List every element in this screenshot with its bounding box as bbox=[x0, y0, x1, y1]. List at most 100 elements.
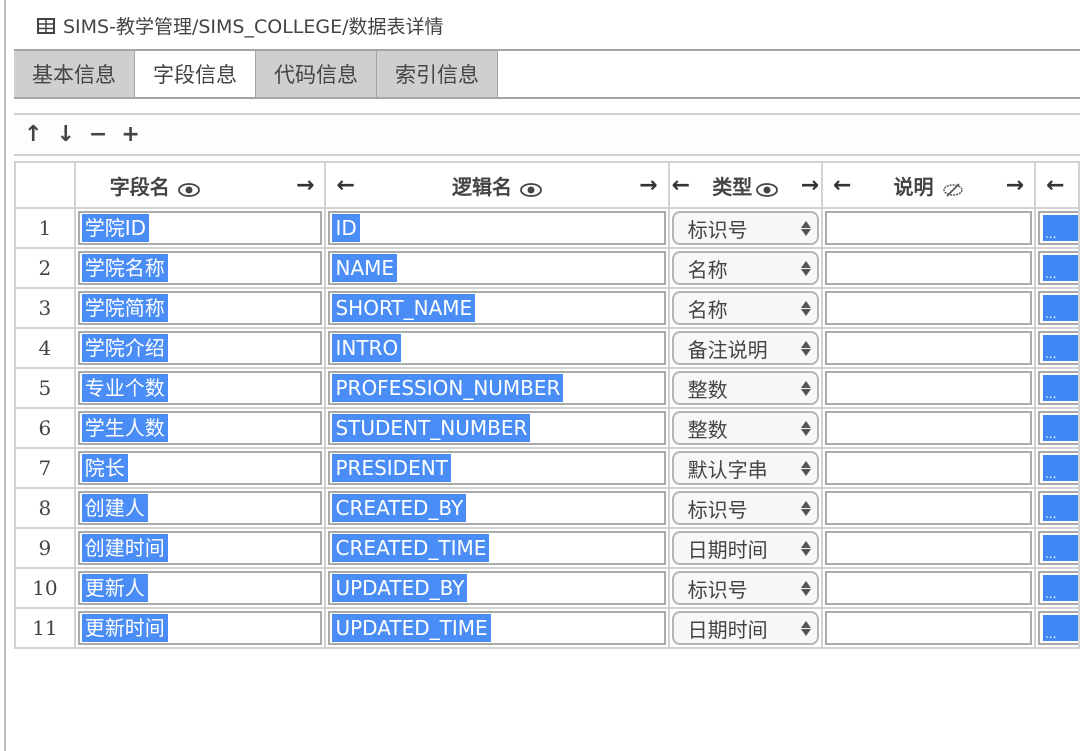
tab-index-info[interactable]: 索引信息 bbox=[377, 51, 498, 97]
select-arrows-icon bbox=[801, 420, 812, 436]
logical-name-input[interactable]: INTRO bbox=[328, 331, 666, 365]
tab-basic-info[interactable]: 基本信息 bbox=[14, 51, 135, 97]
field-name-input[interactable]: 学生人数 bbox=[77, 411, 323, 445]
field-name-input[interactable]: 学院简称 bbox=[77, 291, 323, 325]
add-field-button[interactable]: + bbox=[121, 123, 139, 146]
description-cell bbox=[821, 247, 1037, 289]
move-left-arrow-icon[interactable]: ← bbox=[672, 173, 690, 198]
more-options-button[interactable]: ... bbox=[1038, 531, 1078, 565]
move-left-arrow-icon[interactable]: ← bbox=[833, 173, 851, 198]
more-options-button[interactable]: ... bbox=[1038, 331, 1078, 365]
more-options-button[interactable]: ... bbox=[1038, 411, 1078, 445]
type-select[interactable]: 名称 bbox=[671, 251, 820, 285]
logical-name-input[interactable]: CREATED_BY bbox=[328, 491, 666, 525]
move-right-arrow-icon[interactable]: → bbox=[1006, 173, 1024, 198]
description-input[interactable] bbox=[825, 531, 1033, 565]
description-input[interactable] bbox=[825, 251, 1033, 285]
select-arrows-icon bbox=[801, 460, 812, 476]
type-select[interactable]: 默认字串 bbox=[671, 451, 820, 485]
description-input[interactable] bbox=[825, 451, 1033, 485]
more-options-button[interactable]: ... bbox=[1038, 451, 1078, 485]
logical-name-input[interactable]: SHORT_NAME bbox=[328, 291, 666, 325]
table-row: 10 更新人 UPDATED_BY 标识号 ... bbox=[14, 567, 1080, 609]
type-select[interactable]: 整数 bbox=[671, 411, 820, 445]
logical-name-input[interactable]: STUDENT_NUMBER bbox=[328, 411, 666, 445]
move-up-button[interactable]: ↑ bbox=[24, 123, 42, 146]
type-cell: 整数 bbox=[667, 407, 824, 449]
logical-name-input[interactable]: NAME bbox=[328, 251, 666, 285]
description-input[interactable] bbox=[825, 611, 1033, 645]
field-name-input[interactable]: 创建人 bbox=[77, 491, 323, 525]
eye-icon[interactable] bbox=[756, 178, 779, 197]
type-value: 日期时间 bbox=[687, 537, 768, 562]
type-value: 整数 bbox=[687, 377, 728, 402]
logical-name-input[interactable]: PRESIDENT bbox=[328, 451, 666, 485]
logical-name-input[interactable]: UPDATED_BY bbox=[328, 571, 666, 605]
description-input[interactable] bbox=[825, 331, 1033, 365]
description-input[interactable] bbox=[825, 211, 1033, 245]
type-select[interactable]: 标识号 bbox=[671, 491, 820, 525]
more-options-button[interactable]: ... bbox=[1038, 371, 1078, 405]
more-options-button[interactable]: ... bbox=[1038, 491, 1078, 525]
field-name-input[interactable]: 创建时间 bbox=[77, 531, 323, 565]
more-options-button[interactable]: ... bbox=[1038, 251, 1078, 285]
field-name-cell: 院长 bbox=[73, 447, 327, 489]
row-number-text: 7 bbox=[38, 456, 52, 480]
field-name-input[interactable]: 更新人 bbox=[77, 571, 323, 605]
eye-slash-icon[interactable] bbox=[942, 178, 964, 197]
description-input[interactable] bbox=[825, 411, 1033, 445]
move-left-arrow-icon[interactable]: ← bbox=[336, 173, 354, 198]
select-arrows-icon bbox=[801, 500, 812, 516]
more-options-button[interactable]: ... bbox=[1038, 291, 1078, 325]
logical-name-value: UPDATED_TIME bbox=[332, 614, 491, 642]
description-cell bbox=[821, 407, 1037, 449]
more-options-button[interactable]: ... bbox=[1038, 571, 1078, 605]
description-input[interactable] bbox=[825, 371, 1033, 405]
logical-name-cell: CREATED_TIME bbox=[324, 527, 670, 569]
logical-name-input[interactable]: PROFESSION_NUMBER bbox=[328, 371, 666, 405]
description-input[interactable] bbox=[825, 291, 1033, 325]
table-row: 5 专业个数 PROFESSION_NUMBER 整数 ... bbox=[14, 367, 1080, 409]
select-arrows-icon bbox=[801, 340, 812, 356]
type-select[interactable]: 备注说明 bbox=[671, 331, 820, 365]
field-name-value: 创建时间 bbox=[81, 534, 168, 562]
logical-name-input[interactable]: ID bbox=[328, 211, 666, 245]
field-name-input[interactable]: 专业个数 bbox=[77, 371, 323, 405]
logical-name-cell: UPDATED_BY bbox=[324, 567, 670, 609]
type-select[interactable]: 名称 bbox=[671, 291, 820, 325]
field-name-input[interactable]: 更新时间 bbox=[77, 611, 323, 645]
move-right-arrow-icon[interactable]: → bbox=[801, 173, 819, 198]
type-select[interactable]: 标识号 bbox=[671, 211, 820, 245]
type-select[interactable]: 日期时间 bbox=[671, 531, 820, 565]
tab-field-info[interactable]: 字段信息 bbox=[135, 51, 256, 97]
more-options-button[interactable]: ... bbox=[1038, 211, 1078, 245]
row-number-text: 6 bbox=[38, 416, 52, 440]
logical-name-input[interactable]: UPDATED_TIME bbox=[328, 611, 666, 645]
select-arrows-icon bbox=[801, 300, 812, 316]
remove-field-button[interactable]: − bbox=[89, 123, 107, 146]
type-value: 整数 bbox=[687, 417, 728, 442]
description-input[interactable] bbox=[825, 491, 1033, 525]
type-select[interactable]: 标识号 bbox=[671, 571, 820, 605]
field-name-input[interactable]: 院长 bbox=[77, 451, 323, 485]
field-name-input[interactable]: 学院ID bbox=[77, 211, 323, 245]
eye-icon[interactable] bbox=[177, 178, 200, 197]
move-down-button[interactable]: ↓ bbox=[56, 123, 74, 146]
more-cell: ... bbox=[1034, 247, 1080, 289]
eye-icon[interactable] bbox=[520, 178, 542, 197]
field-name-input[interactable]: 学院介绍 bbox=[77, 331, 323, 365]
field-name-input[interactable]: 学院名称 bbox=[77, 251, 323, 285]
ellipsis-icon: ... bbox=[1043, 615, 1078, 641]
row-number-text: 5 bbox=[38, 376, 52, 400]
logical-name-input[interactable]: CREATED_TIME bbox=[328, 531, 666, 565]
type-select[interactable]: 日期时间 bbox=[671, 611, 820, 645]
move-right-arrow-icon[interactable]: → bbox=[296, 173, 314, 198]
move-left-arrow-icon[interactable]: ← bbox=[1046, 173, 1064, 198]
type-select[interactable]: 整数 bbox=[671, 371, 820, 405]
move-right-arrow-icon[interactable]: → bbox=[639, 173, 657, 198]
more-options-button[interactable]: ... bbox=[1038, 611, 1078, 645]
field-name-cell: 更新时间 bbox=[73, 607, 327, 649]
tab-code-info[interactable]: 代码信息 bbox=[256, 51, 377, 97]
logical-name-value: PRESIDENT bbox=[332, 454, 451, 482]
description-input[interactable] bbox=[825, 571, 1033, 605]
